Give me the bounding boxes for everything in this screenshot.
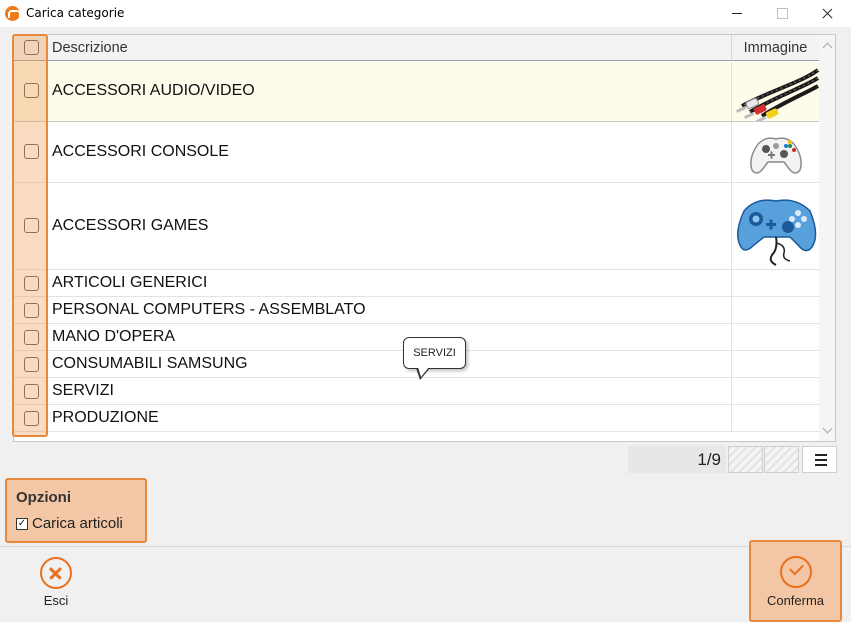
confirm-button[interactable]: Conferma [749,540,842,622]
row-label: ACCESSORI AUDIO/VIDEO [52,82,255,99]
window-title: Carica categorie [26,6,125,20]
menu-icon-line [815,454,827,456]
row-checkbox[interactable] [24,83,39,98]
row-label: ACCESSORI CONSOLE [52,143,229,160]
row-checkbox[interactable] [24,330,39,345]
vertical-scrollbar[interactable] [819,35,835,441]
menu-icon-line [815,459,827,461]
row-checkbox[interactable] [24,384,39,399]
av-cables-image [736,68,819,121]
title-bar: Carica categorie [0,0,851,27]
row-checkbox[interactable] [24,218,39,233]
column-header-description[interactable]: Descrizione [52,40,128,56]
row-image-cell [731,324,819,350]
game-controller-image [750,137,802,174]
tooltip-pointer-fill [418,367,429,377]
row-image-cell [731,62,819,121]
menu-icon-line [815,464,827,466]
row-image-cell [731,405,819,431]
next-page-button[interactable] [764,446,799,473]
scroll-up-icon[interactable] [822,42,833,53]
row-image-cell [731,378,819,404]
checkmark-icon [789,560,804,576]
options-panel: Opzioni ✓ Carica articoli [5,478,147,543]
row-label: CONSUMABILI SAMSUNG [52,355,248,372]
tooltip: SERVIZI [403,337,466,369]
app-logo-icon [5,6,21,21]
row-checkbox[interactable] [24,144,39,159]
row-checkbox[interactable] [24,303,39,318]
column-header-image[interactable]: Immagine [731,35,819,61]
table-row[interactable]: ACCESSORI AUDIO/VIDEO [14,62,819,122]
hamburger-menu-button[interactable] [802,446,837,473]
close-circle-icon [40,557,72,589]
row-checkbox[interactable] [24,276,39,291]
row-image-cell [731,183,819,269]
blue-gamepad-image [737,199,817,266]
row-image-cell [731,122,819,182]
previous-page-button[interactable] [728,446,763,473]
row-image-cell [731,270,819,296]
grid-header: Descrizione Immagine [14,35,819,61]
row-label: SERVIZI [52,382,114,399]
maximize-button[interactable] [760,0,806,27]
scroll-down-icon[interactable] [822,423,833,434]
row-image-cell [731,297,819,323]
categories-grid: Descrizione Immagine ACCESSORI AUDIO/VID… [13,34,836,442]
confirm-label: Conferma [766,593,825,608]
load-items-checkbox[interactable]: ✓ [16,518,28,530]
table-row[interactable]: PERSONAL COMPUTERS - ASSEMBLATO [14,297,819,324]
row-label: ACCESSORI GAMES [52,217,209,234]
close-button[interactable] [805,0,851,27]
cancel-label: Esci [43,593,69,608]
cancel-button[interactable]: Esci [25,552,87,614]
row-image-cell [731,351,819,377]
row-label: ARTICOLI GENERICI [52,274,208,291]
select-all-checkbox[interactable] [24,40,39,55]
check-circle-icon [780,556,812,588]
row-label: PRODUZIONE [52,409,159,426]
row-checkbox[interactable] [24,411,39,426]
table-row[interactable]: ACCESSORI CONSOLE [14,122,819,183]
table-row[interactable]: ACCESSORI GAMES [14,183,819,270]
row-checkbox[interactable] [24,357,39,372]
table-row[interactable]: SERVIZI [14,378,819,405]
load-items-label[interactable]: Carica articoli [32,515,123,532]
record-counter: 1/9 [628,446,726,473]
table-row[interactable]: ARTICOLI GENERICI [14,270,819,297]
footer-separator [0,546,851,547]
table-row[interactable]: PRODUZIONE [14,405,819,432]
options-title: Opzioni [16,489,71,506]
minimize-button[interactable] [714,0,760,27]
row-label: MANO D'OPERA [52,328,176,345]
row-label: PERSONAL COMPUTERS - ASSEMBLATO [52,301,366,318]
